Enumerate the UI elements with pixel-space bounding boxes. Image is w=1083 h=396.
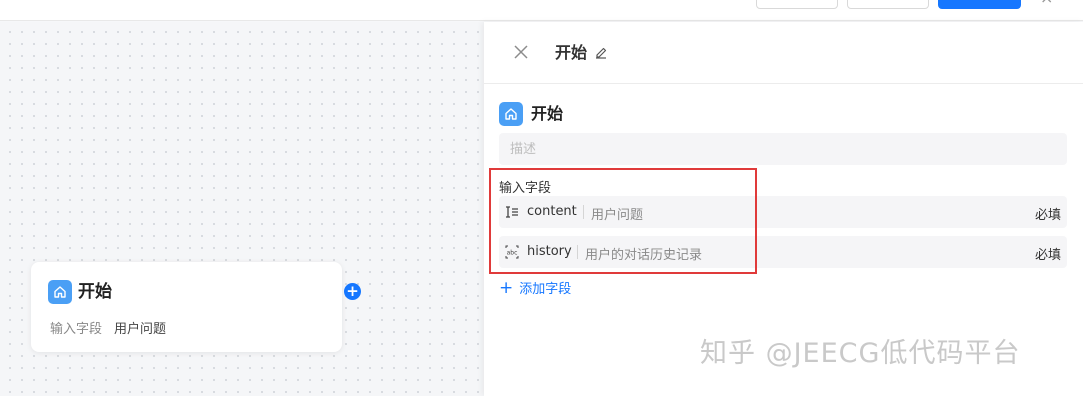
close-icon[interactable] xyxy=(511,42,531,62)
field-required: 必填 xyxy=(1034,208,1061,223)
node-config-panel: 开始 开始 输入字段 content 用户问题 必填 abc xyxy=(484,22,1083,396)
plus-icon: + xyxy=(499,277,514,298)
top-primary-button[interactable] xyxy=(938,0,1021,9)
top-bar: × xyxy=(0,0,1083,21)
workflow-canvas[interactable]: 开始 输入字段 用户问题 + xyxy=(0,22,484,396)
description-input[interactable] xyxy=(499,133,1067,165)
node-field-label: 输入字段 xyxy=(50,322,103,337)
highlight-box xyxy=(489,168,757,274)
node-field-value: 用户问题 xyxy=(114,322,167,337)
panel-title: 开始 xyxy=(555,43,588,62)
panel-header: 开始 xyxy=(484,22,1083,84)
top-button-1[interactable] xyxy=(756,0,838,9)
home-icon xyxy=(48,280,72,304)
start-node[interactable]: 开始 输入字段 用户问题 xyxy=(31,262,342,352)
top-button-2[interactable] xyxy=(847,0,929,9)
add-field-button[interactable]: + 添加字段 xyxy=(499,278,571,297)
add-node-icon[interactable]: + xyxy=(344,283,361,300)
add-field-label: 添加字段 xyxy=(519,282,572,297)
home-icon xyxy=(499,102,523,126)
watermark: 知乎 @JEECG低代码平台 xyxy=(700,338,1021,369)
edit-icon[interactable] xyxy=(594,45,608,59)
field-required: 必填 xyxy=(1034,248,1061,263)
top-close-icon[interactable]: × xyxy=(1040,0,1053,6)
node-title: 开始 xyxy=(78,282,112,302)
section-title: 开始 xyxy=(531,104,564,123)
